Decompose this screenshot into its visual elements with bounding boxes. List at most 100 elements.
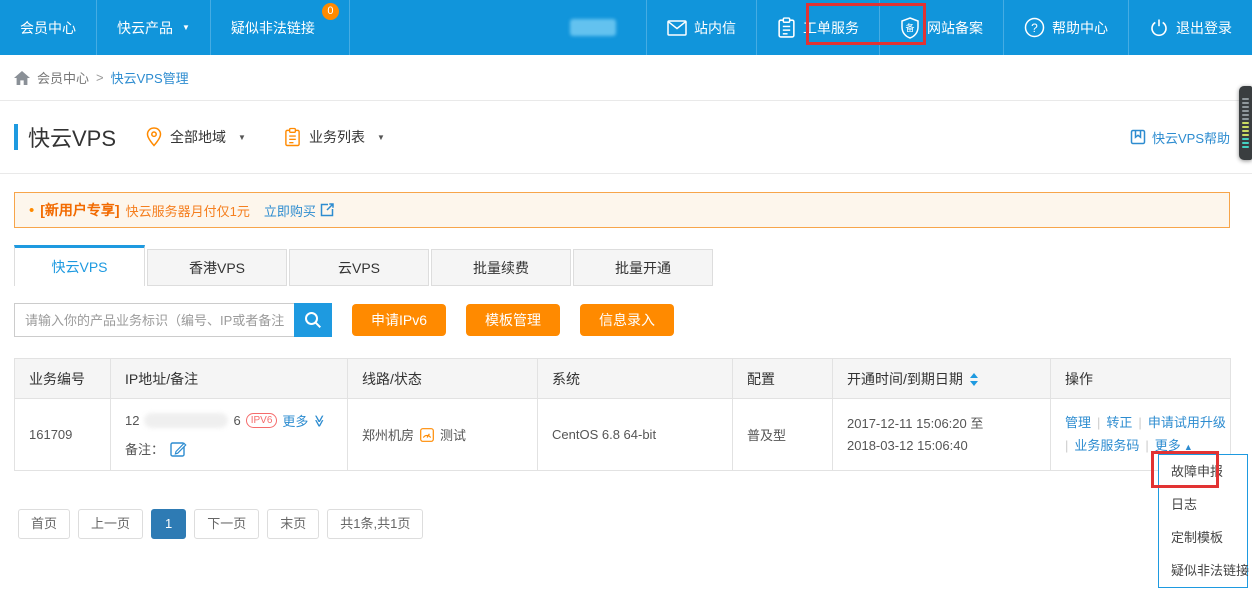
more-actions-menu: 故障申报 日志 定制模板 疑似非法链接	[1158, 454, 1248, 588]
product-tabs: 快云VPS 香港VPS 云VPS 批量续费 批量开通	[14, 245, 1230, 286]
apply-ipv6-button[interactable]: 申请IPv6	[352, 304, 446, 336]
search-input[interactable]	[14, 303, 294, 337]
nav-logout[interactable]: 退出登录	[1128, 0, 1252, 55]
nav-messages[interactable]: 站内信	[646, 0, 756, 55]
location-pin-icon	[146, 127, 162, 147]
pagination-next[interactable]: 下一页	[194, 509, 259, 539]
ip-prefix: 12	[125, 413, 139, 428]
info-entry-button[interactable]: 信息录入	[580, 304, 674, 336]
tab-batch-renew[interactable]: 批量续费	[431, 249, 571, 286]
power-icon	[1149, 18, 1169, 38]
nav-kuaiyun-products[interactable]: 快云产品 ▼	[97, 0, 211, 55]
region-filter-dropdown[interactable]: 全部地域 ▼	[146, 127, 246, 147]
search-icon	[304, 311, 322, 329]
chevron-double-down-icon[interactable]: ≫	[313, 414, 327, 427]
nav-kuaiyun-products-label: 快云产品	[117, 18, 173, 38]
action-service-code[interactable]: 业务服务码	[1074, 438, 1139, 453]
menu-item-custom-template[interactable]: 定制模板	[1159, 521, 1247, 554]
action-separator: |	[1097, 415, 1100, 430]
chevron-down-icon: ▼	[182, 24, 190, 32]
col-config: 配置	[733, 359, 833, 399]
ip-more-link[interactable]: 更多	[282, 411, 308, 430]
scrollbar-widget[interactable]	[1239, 86, 1252, 160]
vps-table: 业务编号 IP地址/备注 线路/状态 系统 配置 开通时间/到期日期 操作 16…	[14, 358, 1231, 471]
col-open-expire: 开通时间/到期日期	[833, 359, 1051, 399]
ipv6-badge: IPV6	[246, 413, 278, 428]
open-time: 2017-12-11 15:06:20 至	[847, 413, 1036, 435]
navbar-right-group: 站内信 工单服务 备 网站备案 ? 帮助中心 退出登录	[560, 0, 1252, 55]
external-link-icon	[320, 203, 334, 217]
home-icon	[14, 71, 30, 85]
menu-item-logs[interactable]: 日志	[1159, 488, 1247, 521]
template-manage-button[interactable]: 模板管理	[466, 304, 560, 336]
expire-time: 2018-03-12 15:06:40	[847, 435, 1036, 457]
tab-kuaiyun-vps[interactable]: 快云VPS	[14, 245, 145, 286]
tab-batch-open[interactable]: 批量开通	[573, 249, 713, 286]
col-system: 系统	[538, 359, 733, 399]
nav-help-center[interactable]: ? 帮助中心	[1003, 0, 1128, 55]
breadcrumb-separator: >	[96, 70, 104, 85]
search-row: 申请IPv6 模板管理 信息录入	[14, 303, 1230, 337]
page-toolbar: 快云VPS 全部地域 ▼ 业务列表 ▼ 快云VPS帮助	[0, 101, 1252, 174]
promo-banner: • [新用户专享] 快云服务器月付仅1元 立即购买	[14, 192, 1230, 228]
cell-business-id: 161709	[15, 399, 111, 471]
bullet-icon: •	[29, 202, 34, 219]
cell-config: 普及型	[733, 399, 833, 471]
menu-item-fault-report[interactable]: 故障申报	[1159, 455, 1247, 488]
table-header-row: 业务编号 IP地址/备注 线路/状态 系统 配置 开通时间/到期日期 操作	[15, 359, 1231, 399]
tab-hongkong-vps[interactable]: 香港VPS	[147, 249, 287, 286]
pagination-prev[interactable]: 上一页	[78, 509, 143, 539]
vps-help-label: 快云VPS帮助	[1152, 128, 1230, 147]
edit-icon[interactable]	[170, 440, 187, 457]
col-ip-remark: IP地址/备注	[111, 359, 348, 399]
pagination-summary: 共1条,共1页	[327, 509, 423, 539]
top-navbar: 会员中心 快云产品 ▼ 疑似非法链接 0 站内信 工单服务 备	[0, 0, 1252, 55]
breadcrumb-current[interactable]: 快云VPS管理	[111, 68, 189, 87]
line-status-label: 测试	[440, 425, 466, 444]
tab-label: 云VPS	[338, 258, 380, 278]
action-more[interactable]: 更多	[1155, 438, 1181, 453]
buy-now-link[interactable]: 立即购买	[264, 201, 334, 220]
tab-cloud-vps[interactable]: 云VPS	[289, 249, 429, 286]
nav-logout-label: 退出登录	[1176, 18, 1232, 38]
buy-now-label: 立即购买	[264, 201, 316, 220]
action-manage[interactable]: 管理	[1065, 415, 1091, 430]
pagination-last[interactable]: 末页	[267, 509, 319, 539]
book-icon	[1130, 129, 1146, 145]
breadcrumb: 会员中心 > 快云VPS管理	[0, 55, 1252, 101]
action-trial-upgrade[interactable]: 申请试用升级	[1148, 415, 1226, 430]
promo-text: 快云服务器月付仅1元	[126, 201, 250, 220]
speed-test-icon[interactable]	[420, 428, 434, 442]
pagination-page-1[interactable]: 1	[151, 509, 186, 539]
action-separator: |	[1138, 415, 1141, 430]
cell-ip-remark: 12 6 IPV6 更多 ≫ 备注：	[111, 399, 348, 471]
nav-member-center-label: 会员中心	[20, 18, 76, 38]
business-list-dropdown[interactable]: 业务列表 ▼	[284, 127, 385, 147]
action-convert[interactable]: 转正	[1106, 415, 1132, 430]
nav-suspicious-links[interactable]: 疑似非法链接 0	[211, 0, 350, 55]
chevron-down-icon: ▼	[377, 133, 385, 142]
nav-member-center[interactable]: 会员中心	[0, 0, 97, 55]
tab-label: 批量续费	[473, 258, 529, 278]
pagination-first[interactable]: 首页	[18, 509, 70, 539]
tab-label: 快云VPS	[51, 257, 107, 277]
datacenter-label: 郑州机房	[362, 425, 414, 444]
breadcrumb-home[interactable]: 会员中心	[37, 68, 89, 87]
blurred-ip	[144, 413, 228, 428]
nav-ticket-service[interactable]: 工单服务	[756, 0, 879, 55]
shield-icon: 备	[900, 17, 920, 39]
nav-website-filing[interactable]: 备 网站备案	[879, 0, 1003, 55]
cell-system: CentOS 6.8 64-bit	[538, 399, 733, 471]
menu-item-suspicious-links[interactable]: 疑似非法链接	[1159, 554, 1247, 587]
tab-label: 香港VPS	[189, 258, 245, 278]
clipboard-icon	[777, 17, 796, 38]
svg-text:?: ?	[1031, 21, 1038, 35]
col-operations: 操作	[1051, 359, 1231, 399]
pagination: 首页 上一页 1 下一页 末页 共1条,共1页	[18, 509, 1252, 539]
chevron-down-icon: ▼	[238, 133, 246, 142]
vps-help-link[interactable]: 快云VPS帮助	[1130, 128, 1230, 147]
clipboard-icon	[284, 127, 301, 147]
sort-icon[interactable]	[970, 373, 978, 386]
search-button[interactable]	[294, 303, 332, 337]
nav-messages-label: 站内信	[694, 18, 736, 38]
